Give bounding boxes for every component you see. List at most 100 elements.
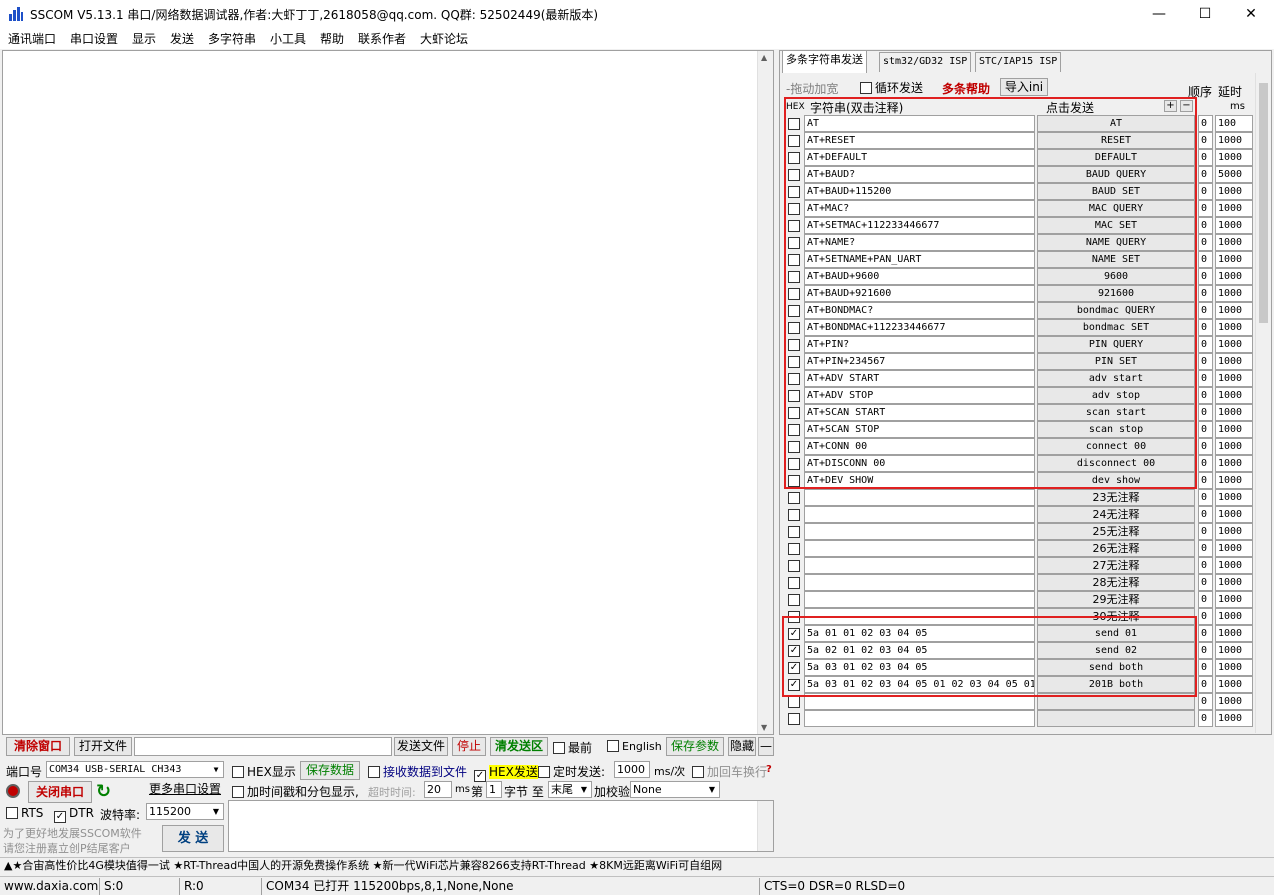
row-hex-checkbox[interactable]	[788, 305, 800, 317]
row-command-input[interactable]: AT+BAUD?	[804, 166, 1035, 183]
refresh-icon[interactable]: ↻	[96, 781, 111, 802]
row-send-button[interactable]: 9600	[1037, 268, 1195, 285]
row-send-button[interactable]: adv stop	[1037, 387, 1195, 404]
row-send-button[interactable]: adv start	[1037, 370, 1195, 387]
stop-button[interactable]: 停止	[452, 737, 486, 756]
row-command-input[interactable]	[804, 608, 1035, 625]
row-send-button[interactable]: NAME SET	[1037, 251, 1195, 268]
row-delay-input[interactable]: 1000	[1215, 710, 1253, 727]
row-send-button[interactable]: send 02	[1037, 642, 1195, 659]
row-send-button[interactable]: MAC QUERY	[1037, 200, 1195, 217]
row-delay-input[interactable]: 1000	[1215, 268, 1253, 285]
row-delay-input[interactable]: 1000	[1215, 591, 1253, 608]
row-command-input[interactable]	[804, 540, 1035, 557]
row-delay-input[interactable]: 1000	[1215, 523, 1253, 540]
file-path-input[interactable]	[134, 737, 392, 756]
row-order-input[interactable]: 0	[1198, 523, 1213, 540]
nth-byte-input[interactable]: 1	[486, 781, 502, 798]
row-hex-checkbox[interactable]	[788, 424, 800, 436]
row-send-button[interactable]: BAUD SET	[1037, 183, 1195, 200]
rts-checkbox[interactable]	[6, 807, 18, 819]
row-order-input[interactable]: 0	[1198, 234, 1213, 251]
row-command-input[interactable]: AT	[804, 115, 1035, 132]
row-command-input[interactable]: 5a 02 01 02 03 04 05	[804, 642, 1035, 659]
checksum-select[interactable]: None ▼	[630, 781, 720, 798]
row-send-button[interactable]	[1037, 710, 1195, 727]
row-delay-input[interactable]: 1000	[1215, 370, 1253, 387]
send-text-area[interactable]	[228, 800, 774, 852]
timestamp-checkbox[interactable]	[232, 786, 244, 798]
tab-stc-isp[interactable]: STC/IAP15 ISP	[975, 52, 1062, 72]
row-command-input[interactable]: AT+CONN 00	[804, 438, 1035, 455]
menu-serial-settings[interactable]: 串口设置	[70, 30, 118, 47]
row-hex-checkbox[interactable]	[788, 288, 800, 300]
send-scrollbar[interactable]	[757, 801, 773, 851]
row-command-input[interactable]: AT+DISCONN 00	[804, 455, 1035, 472]
menu-port[interactable]: 通讯端口	[8, 30, 56, 47]
row-delay-input[interactable]: 1000	[1215, 319, 1253, 336]
row-command-input[interactable]: 5a 03 01 02 03 04 05 01 02 03 04 05 01	[804, 676, 1035, 693]
row-hex-checkbox[interactable]	[788, 441, 800, 453]
row-order-input[interactable]: 0	[1198, 387, 1213, 404]
tab-stm32-isp[interactable]: stm32/GD32 ISP	[879, 52, 972, 72]
dtr-option[interactable]: ✓ DTR	[54, 806, 94, 823]
save-data-button[interactable]: 保存数据	[300, 761, 360, 780]
row-command-input[interactable]: AT+PIN?	[804, 336, 1035, 353]
row-hex-checkbox[interactable]	[788, 169, 800, 181]
row-order-input[interactable]: 0	[1198, 710, 1213, 727]
hex-display-option[interactable]: HEX显示	[232, 763, 296, 780]
row-command-input[interactable]	[804, 574, 1035, 591]
row-send-button[interactable]: NAME QUERY	[1037, 234, 1195, 251]
row-send-button[interactable]	[1037, 693, 1195, 710]
row-command-input[interactable]: AT+SETNAME+PAN_UART	[804, 251, 1035, 268]
row-send-button[interactable]: 23无注释	[1037, 489, 1195, 506]
clear-window-button[interactable]: 清除窗口	[6, 737, 70, 756]
help-question-icon[interactable]: ?	[766, 764, 772, 775]
row-send-button[interactable]: send 01	[1037, 625, 1195, 642]
row-command-input[interactable]: AT+NAME?	[804, 234, 1035, 251]
row-send-button[interactable]: bondmac QUERY	[1037, 302, 1195, 319]
clear-send-button[interactable]: 清发送区	[490, 737, 548, 756]
row-send-button[interactable]: MAC SET	[1037, 217, 1195, 234]
dtr-checkbox[interactable]: ✓	[54, 811, 66, 823]
row-order-input[interactable]: 0	[1198, 183, 1213, 200]
row-delay-input[interactable]: 1000	[1215, 659, 1253, 676]
row-hex-checkbox[interactable]	[788, 390, 800, 402]
row-order-input[interactable]: 0	[1198, 217, 1213, 234]
row-hex-checkbox[interactable]	[788, 713, 800, 725]
row-hex-checkbox[interactable]	[788, 254, 800, 266]
hide-button[interactable]: 隐藏	[728, 737, 756, 756]
row-send-button[interactable]: 26无注释	[1037, 540, 1195, 557]
row-hex-checkbox[interactable]	[788, 237, 800, 249]
row-order-input[interactable]: 0	[1198, 642, 1213, 659]
row-send-button[interactable]: bondmac SET	[1037, 319, 1195, 336]
row-order-input[interactable]: 0	[1198, 200, 1213, 217]
row-command-input[interactable]: AT+MAC?	[804, 200, 1035, 217]
row-hex-checkbox[interactable]: ✓	[788, 679, 800, 691]
row-send-button[interactable]: PIN SET	[1037, 353, 1195, 370]
multi-help-link[interactable]: 多条帮助	[942, 80, 990, 97]
row-send-button[interactable]: PIN QUERY	[1037, 336, 1195, 353]
recv-to-file-checkbox[interactable]	[368, 766, 380, 778]
row-command-input[interactable]: 5a 03 01 02 03 04 05	[804, 659, 1035, 676]
row-send-button[interactable]: 28无注释	[1037, 574, 1195, 591]
row-hex-checkbox[interactable]: ✓	[788, 628, 800, 640]
row-delay-input[interactable]: 1000	[1215, 336, 1253, 353]
row-hex-checkbox[interactable]	[788, 356, 800, 368]
loop-send-checkbox[interactable]	[860, 82, 872, 94]
chevron-down-icon[interactable]: ▼	[209, 762, 223, 777]
row-command-input[interactable]: AT+SCAN START	[804, 404, 1035, 421]
row-command-input[interactable]: AT+SCAN STOP	[804, 421, 1035, 438]
row-send-button[interactable]: dev show	[1037, 472, 1195, 489]
minimize-button[interactable]: —	[1136, 0, 1182, 28]
topmost-option[interactable]: 最前	[553, 739, 592, 756]
row-delay-input[interactable]: 1000	[1215, 404, 1253, 421]
close-port-button[interactable]: 关闭串口	[28, 781, 92, 803]
row-command-input[interactable]: AT+SETMAC+112233446677	[804, 217, 1035, 234]
row-command-input[interactable]	[804, 557, 1035, 574]
row-delay-input[interactable]: 1000	[1215, 574, 1253, 591]
row-send-button[interactable]: send both	[1037, 659, 1195, 676]
row-order-input[interactable]: 0	[1198, 166, 1213, 183]
row-hex-checkbox[interactable]	[788, 339, 800, 351]
row-hex-checkbox[interactable]	[788, 475, 800, 487]
